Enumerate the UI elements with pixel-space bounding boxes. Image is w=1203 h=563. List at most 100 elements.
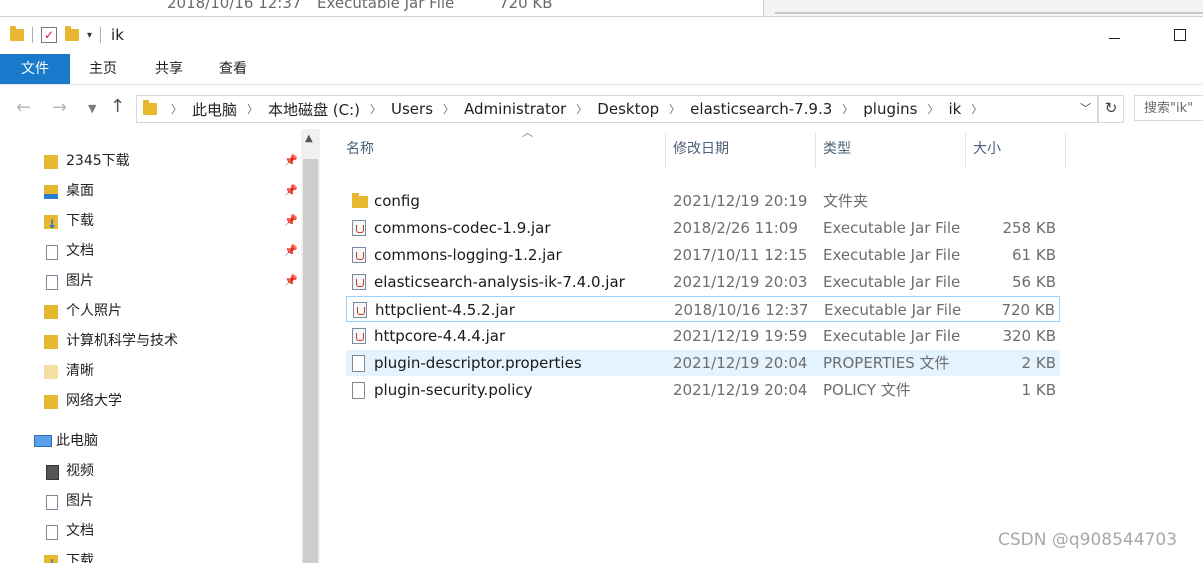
sidebar-item-pictures[interactable]: 图片 📌	[0, 267, 300, 295]
search-input[interactable]: 搜索"ik"	[1134, 95, 1203, 121]
navigation-pane: 2345下载 📌 桌面 📌 下载 📌 文档 📌 图片 📌 个人照片	[0, 129, 300, 563]
file-row-commons-logging[interactable]: commons-logging-1.2.jar 2017/10/11 12:15…	[346, 242, 1060, 268]
sidebar-item-videos[interactable]: 视频	[0, 457, 300, 485]
sidebar-item-pc-downloads[interactable]: 下载	[0, 547, 300, 563]
column-divider[interactable]	[1065, 133, 1066, 169]
folder-icon	[44, 155, 58, 169]
breadcrumb-desktop[interactable]: Desktop	[597, 100, 659, 118]
sidebar-item-label: 网络大学	[66, 393, 122, 409]
breadcrumb-administrator[interactable]: Administrator	[464, 100, 566, 118]
sidebar-item-personal-photos[interactable]: 个人照片	[0, 297, 300, 325]
column-header-size[interactable]: 大小	[973, 129, 1053, 169]
chevron-right-icon[interactable]: 〉	[928, 101, 939, 117]
sidebar-item-label: 下载	[66, 553, 94, 563]
breadcrumb-plugins[interactable]: plugins	[863, 100, 917, 118]
column-header-type[interactable]: 类型	[823, 129, 963, 169]
minimize-button[interactable]	[1092, 21, 1136, 49]
chevron-right-icon[interactable]: 〉	[171, 101, 182, 117]
address-history-chevron-icon[interactable]: ﹀	[1080, 100, 1091, 116]
column-divider[interactable]	[665, 133, 666, 169]
breadcrumb-this-pc[interactable]: 此电脑	[192, 99, 237, 120]
sidebar-item-label: 清晰	[66, 363, 94, 379]
quick-access-toolbar: ✓ ▾ ik	[10, 26, 124, 44]
up-arrow-icon[interactable]: ↑	[110, 96, 125, 117]
maximize-button[interactable]	[1158, 21, 1202, 49]
scroll-up-arrow-icon[interactable]: ▲	[305, 133, 313, 144]
forward-arrow-icon[interactable]: →	[52, 97, 67, 118]
file-type: Executable Jar File	[823, 219, 961, 237]
maximize-icon	[1174, 29, 1186, 41]
back-arrow-icon[interactable]: ←	[16, 97, 31, 118]
chevron-right-icon[interactable]: 〉	[971, 101, 982, 117]
pictures-icon	[46, 275, 58, 290]
sort-ascending-icon: ︿	[522, 126, 533, 139]
file-date: 2018/10/16 12:37	[674, 301, 809, 319]
file-date: 2021/12/19 19:59	[673, 327, 808, 345]
pin-icon[interactable]: 📌	[284, 147, 298, 175]
breadcrumb-local-disk[interactable]: 本地磁盘 (C:)	[268, 99, 360, 120]
file-name: config	[374, 192, 420, 210]
nav-pane-scrollbar[interactable]: ▲	[301, 129, 320, 563]
sidebar-item-desktop[interactable]: 桌面 📌	[0, 177, 300, 205]
file-row-plugin-descriptor[interactable]: plugin-descriptor.properties 2021/12/19 …	[346, 350, 1060, 376]
column-header-date[interactable]: 修改日期	[673, 129, 813, 169]
pin-icon[interactable]: 📌	[284, 237, 298, 265]
jar-icon	[352, 220, 366, 236]
chevron-right-icon[interactable]: 〉	[669, 101, 680, 117]
scrollbar-thumb[interactable]	[303, 159, 318, 563]
address-bar[interactable]: 〉 此电脑 〉 本地磁盘 (C:) 〉 Users 〉 Administrato…	[136, 95, 1098, 123]
chevron-right-icon[interactable]: 〉	[247, 101, 258, 117]
file-size: 258 KB	[1002, 219, 1056, 237]
sidebar-item-computer-science[interactable]: 计算机科学与技术	[0, 327, 300, 355]
column-header-name[interactable]: 名称 ︿	[346, 126, 666, 169]
breadcrumb-users[interactable]: Users	[391, 100, 433, 118]
column-divider[interactable]	[815, 133, 816, 169]
tab-file[interactable]: 文件	[0, 54, 70, 84]
tab-view[interactable]: 查看	[210, 54, 256, 84]
properties-check-icon[interactable]: ✓	[41, 27, 57, 43]
file-row-commons-codec[interactable]: commons-codec-1.9.jar 2018/2/26 11:09 Ex…	[346, 215, 1060, 241]
column-divider[interactable]	[965, 133, 966, 169]
sidebar-item-qingxi[interactable]: 清晰	[0, 357, 300, 385]
refresh-button[interactable]: ↻	[1098, 95, 1124, 123]
file-size: 61 KB	[1012, 246, 1056, 264]
pin-icon[interactable]: 📌	[284, 207, 298, 235]
sidebar-item-this-pc[interactable]: 此电脑	[0, 427, 300, 455]
chevron-right-icon[interactable]: 〉	[842, 101, 853, 117]
sidebar-item-pc-documents[interactable]: 文档	[0, 517, 300, 545]
sidebar-item-documents[interactable]: 文档 📌	[0, 237, 300, 265]
file-type: Executable Jar File	[824, 301, 962, 319]
file-row-config[interactable]: config 2021/12/19 20:19 文件夹	[346, 188, 1060, 214]
folder-icon	[44, 335, 58, 349]
file-icon	[352, 355, 365, 372]
file-row-plugin-security[interactable]: plugin-security.policy 2021/12/19 20:04 …	[346, 377, 1060, 403]
chevron-right-icon[interactable]: 〉	[576, 101, 587, 117]
new-folder-icon[interactable]	[65, 26, 79, 41]
background-size: 720 KB	[499, 0, 553, 12]
pin-icon[interactable]: 📌	[284, 267, 298, 295]
file-row-httpclient[interactable]: httpclient-4.5.2.jar 2018/10/16 12:37 Ex…	[346, 296, 1060, 322]
sidebar-item-network-university[interactable]: 网络大学	[0, 387, 300, 415]
file-name: elasticsearch-analysis-ik-7.4.0.jar	[374, 273, 625, 291]
sidebar-item-pc-pictures[interactable]: 图片	[0, 487, 300, 515]
breadcrumb-ik[interactable]: ik	[949, 100, 962, 118]
chevron-right-icon[interactable]: 〉	[370, 101, 381, 117]
sidebar-item-label: 文档	[66, 523, 94, 539]
customize-toolbar-dropdown[interactable]: ▾	[87, 30, 92, 41]
background-type: Executable Jar File	[317, 0, 455, 12]
chevron-right-icon[interactable]: 〉	[443, 101, 454, 117]
ribbon-tabs: 文件 主页 共享 查看	[0, 54, 1203, 85]
file-type: Executable Jar File	[823, 327, 961, 345]
tab-home[interactable]: 主页	[80, 54, 126, 84]
recent-locations-chevron-icon[interactable]: ▼	[88, 102, 96, 115]
file-row-elasticsearch-analysis-ik[interactable]: elasticsearch-analysis-ik-7.4.0.jar 2021…	[346, 269, 1060, 295]
sidebar-item-label: 桌面	[66, 183, 94, 199]
tab-share[interactable]: 共享	[146, 54, 192, 84]
sidebar-item-downloads[interactable]: 下载 📌	[0, 207, 300, 238]
sidebar-item-2345-downloads[interactable]: 2345下载 📌	[0, 147, 300, 175]
file-row-httpcore[interactable]: httpcore-4.4.4.jar 2021/12/19 19:59 Exec…	[346, 323, 1060, 349]
downloads-icon	[44, 210, 58, 238]
pin-icon[interactable]: 📌	[284, 177, 298, 205]
breadcrumb-elasticsearch[interactable]: elasticsearch-7.9.3	[690, 100, 832, 118]
file-type: POLICY 文件	[823, 381, 911, 399]
